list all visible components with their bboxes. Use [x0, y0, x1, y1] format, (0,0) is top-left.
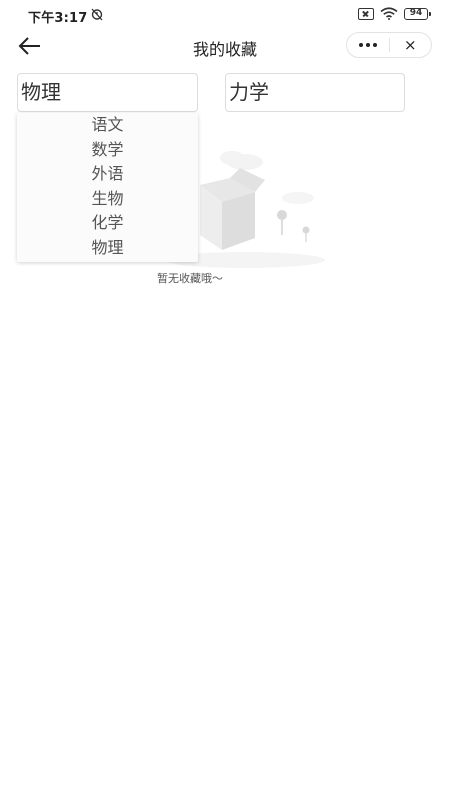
no-sim-icon [358, 7, 374, 20]
battery-indicator: 94 [404, 7, 431, 20]
dropdown-option[interactable]: 语文 [17, 113, 198, 138]
subject-select[interactable]: 物理 [17, 73, 198, 112]
empty-state-text: 暂无收藏哦～ [157, 272, 223, 285]
miniprogram-capsule: × [346, 32, 432, 58]
dropdown-option[interactable]: 物理 [17, 236, 198, 261]
dot-icon [365, 43, 370, 47]
dot-icon [372, 43, 377, 47]
alarm-off-icon [91, 8, 103, 21]
wifi-icon [380, 7, 398, 20]
status-bar: 下午3:17 94 [0, 0, 450, 30]
close-button[interactable]: × [390, 32, 432, 58]
dot-icon [358, 43, 363, 47]
status-icons: 94 [358, 7, 431, 20]
subject-dropdown: 语文 数学 外语 生物 化学 物理 [17, 113, 198, 262]
dropdown-option[interactable]: 数学 [17, 138, 198, 163]
status-time: 下午3:17 [28, 11, 88, 26]
more-options-button[interactable] [347, 33, 389, 57]
topic-select[interactable]: 力学 [225, 73, 405, 112]
dropdown-option[interactable]: 外语 [17, 162, 198, 187]
dropdown-option[interactable]: 生物 [17, 187, 198, 212]
dropdown-option[interactable]: 化学 [17, 211, 198, 236]
nav-bar: 我的收藏 × [0, 30, 450, 62]
